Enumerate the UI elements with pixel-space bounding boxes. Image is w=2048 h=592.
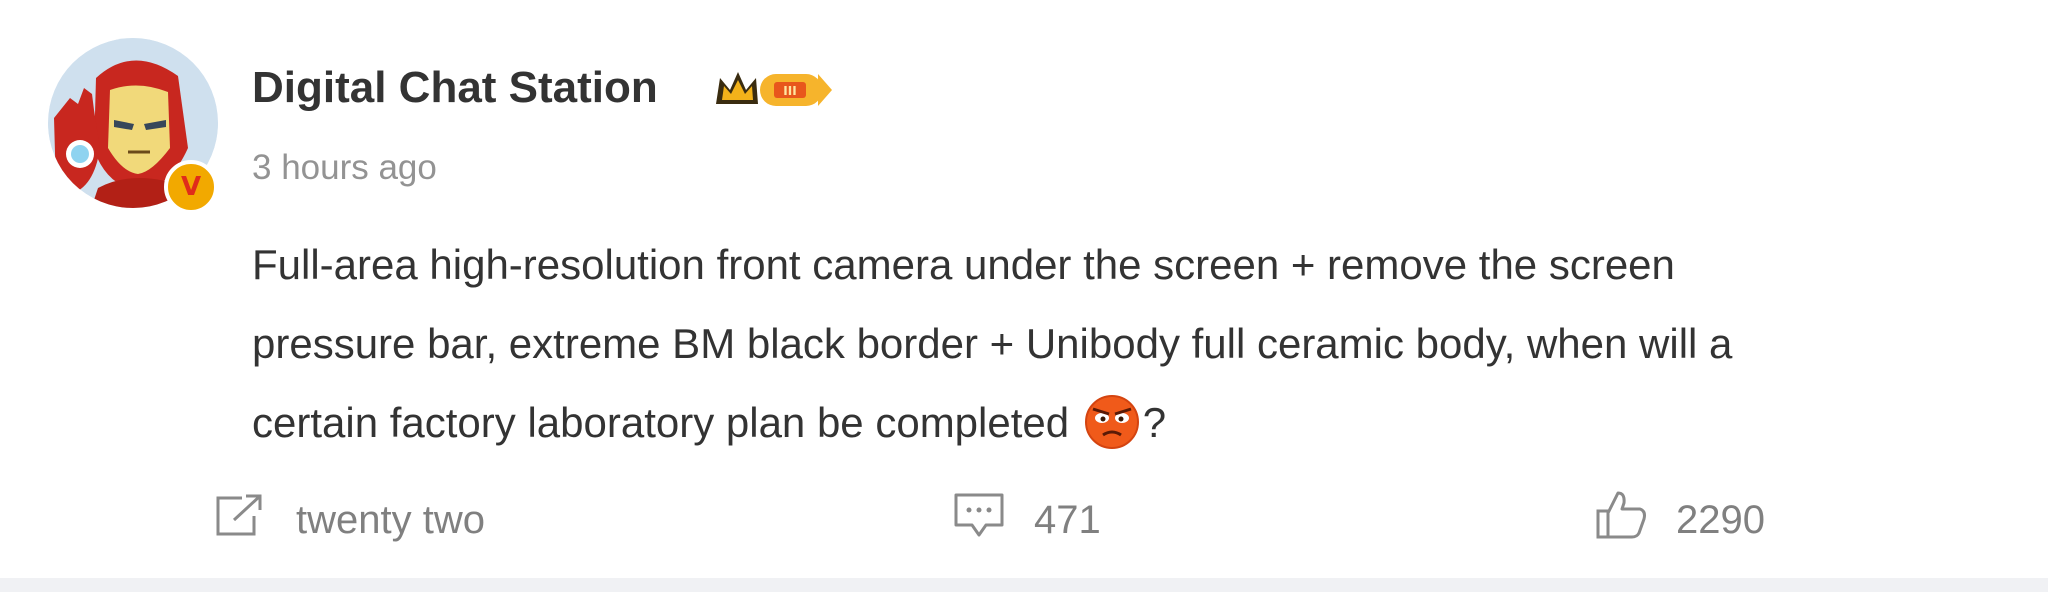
like-count: 2290 bbox=[1676, 497, 1765, 542]
post-card: V Digital Chat Station III 3 hours ago F… bbox=[0, 0, 2048, 578]
author-name[interactable]: Digital Chat Station bbox=[252, 58, 658, 118]
comment-count: 471 bbox=[1034, 497, 1101, 542]
share-icon bbox=[212, 492, 268, 548]
comment-button[interactable]: 471 bbox=[952, 490, 1101, 550]
repost-count: twenty two bbox=[296, 497, 485, 542]
post-text-line: pressure bar, extreme BM black border + … bbox=[252, 320, 1733, 367]
repost-button[interactable]: twenty two bbox=[212, 490, 485, 550]
vip-level-text: III bbox=[783, 84, 796, 98]
verified-badge: V bbox=[164, 160, 218, 214]
post-content: Full-area high-resolution front camera u… bbox=[252, 225, 2012, 462]
feed-divider bbox=[0, 578, 2048, 592]
post-text-line: certain factory laboratory plan be compl… bbox=[252, 399, 1070, 446]
post-text-line: Full-area high-resolution front camera u… bbox=[252, 241, 1675, 288]
post-text-trailing: ? bbox=[1142, 399, 1167, 446]
thumbs-up-icon bbox=[1594, 489, 1648, 551]
comment-icon bbox=[952, 491, 1006, 549]
angry-face-emoji-icon bbox=[1084, 395, 1139, 449]
vip-crown-badge-icon[interactable]: III bbox=[712, 64, 836, 114]
post-timestamp[interactable]: 3 hours ago bbox=[252, 143, 437, 193]
post-text-line-last: certain factory laboratory plan be compl… bbox=[252, 383, 2012, 462]
like-button[interactable]: 2290 bbox=[1594, 490, 1765, 550]
